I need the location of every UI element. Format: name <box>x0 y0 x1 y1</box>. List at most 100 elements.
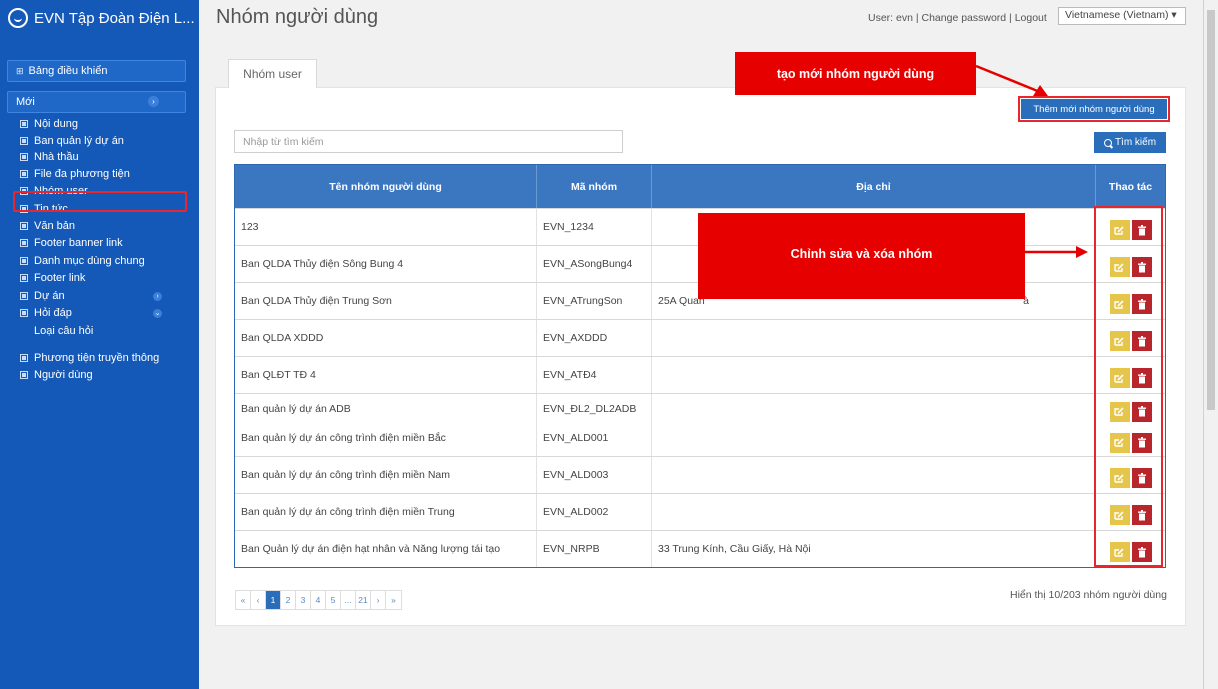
sidebar-item-9[interactable]: Footer link <box>20 270 85 286</box>
sidebar-item-11[interactable]: Hỏi đáp ⌄ <box>20 305 162 321</box>
sidebar-item-0[interactable]: Nội dung <box>20 116 78 132</box>
group-name: Ban QLDA Thủy điện Sông Bung 4 <box>241 258 404 270</box>
group-address <box>658 394 1089 423</box>
group-address <box>658 320 1089 356</box>
page-link[interactable]: ... <box>341 591 356 609</box>
group-name: 123 <box>241 221 259 233</box>
sidebar-item-label: Nhà thầu <box>34 151 79 163</box>
menu-item-icon <box>20 274 28 282</box>
sidebar-item-3[interactable]: File đa phương tiện <box>20 166 130 182</box>
sidebar: EVN Tập Đoàn Điện L... ⊞ Bảng điều khiển… <box>0 0 199 689</box>
sidebar-item-14[interactable]: Người dùng <box>20 367 93 383</box>
cell-code: EVN_ALD003 <box>537 457 652 493</box>
sidebar-item-label: Người dùng <box>34 369 93 381</box>
dashboard-icon: ⊞ <box>16 65 24 76</box>
menu-item-icon <box>20 371 28 379</box>
app-logo[interactable]: EVN Tập Đoàn Điện L... <box>8 6 195 30</box>
cell-code: EVN_NRPB <box>537 531 652 567</box>
menu-item-icon <box>20 257 28 265</box>
chevron-right-icon: › <box>153 292 162 301</box>
annotation-add-callout: tạo mới nhóm người dùng <box>735 52 976 95</box>
group-name: Ban quản lý dự án công trình điện miền T… <box>241 506 455 518</box>
new-menu-label: Mới <box>16 96 35 108</box>
group-address: 33 Trung Kính, Cầu Giấy, Hà Nội <box>658 543 811 555</box>
dashboard-label: Bảng điều khiển <box>28 65 108 77</box>
group-name: Ban Quản lý dự án điện hạt nhân và Năng … <box>241 543 501 555</box>
page-link[interactable]: « <box>236 591 251 609</box>
page-link[interactable]: » <box>386 591 401 609</box>
annotation-highlight-nhom-user <box>13 191 187 212</box>
annotation-edit-text: Chỉnh sửa và xóa nhóm <box>790 247 933 261</box>
sidebar-item-label: Nội dung <box>34 118 79 130</box>
table-row[interactable]: Ban QLĐT TĐ 4 EVN_ATĐ4 <box>235 356 1165 393</box>
page-info: Hiển thị 10/203 nhóm người dùng <box>1010 589 1167 601</box>
page-link[interactable]: 5 <box>326 591 341 609</box>
cell-name: Ban quản lý dự án công trình điện miền N… <box>235 457 537 493</box>
group-name: Ban quản lý dự án ADB <box>241 402 351 415</box>
table-row[interactable]: Ban quản lý dự án công trình điện miền T… <box>235 493 1165 530</box>
sidebar-item-10[interactable]: Dự án › <box>20 288 162 304</box>
menu-item-icon <box>20 137 28 145</box>
table-row[interactable]: Ban quản lý dự án ADB Ban quản lý dự án c… <box>235 393 1165 456</box>
table-header: Tên nhóm người dùng Mã nhóm Địa chỉ Thao… <box>235 165 1165 208</box>
annotation-highlight-add <box>1018 96 1170 122</box>
group-code: EVN_ALD001 <box>543 431 609 444</box>
group-code: EVN_ATrungSon <box>543 295 623 307</box>
table-row[interactable]: Ban quản lý dự án công trình điện miền N… <box>235 456 1165 493</box>
group-address <box>658 423 1089 452</box>
page-link[interactable]: ‹ <box>251 591 266 609</box>
language-value: Vietnamese (Vietnam) <box>1065 9 1169 21</box>
group-address <box>658 457 1089 493</box>
sidebar-item-1[interactable]: Ban quản lý dự án <box>20 133 124 149</box>
sidebar-item-label: File đa phương tiện <box>34 168 130 180</box>
search-input[interactable] <box>234 130 623 153</box>
cell-code: EVN_ATrungSon <box>537 283 652 319</box>
sidebar-item-label: Danh mục dùng chung <box>34 255 145 267</box>
header-address[interactable]: Địa chỉ <box>652 165 1096 208</box>
sidebar-item-2[interactable]: Nhà thầu <box>20 149 79 165</box>
tab-nhom-user[interactable]: Nhóm user <box>228 59 317 88</box>
new-menu-button[interactable]: Mới › <box>7 91 186 113</box>
group-code: EVN_ASongBung4 <box>543 258 633 270</box>
change-password-link[interactable]: Change password <box>922 12 1007 24</box>
menu-item-icon <box>20 222 28 230</box>
app-title: EVN Tập Đoàn Điện L... <box>34 9 195 27</box>
cell-name: Ban quản lý dự án ADB Ban quản lý dự án c… <box>235 394 537 456</box>
cell-code: EVN_1234 <box>537 209 652 245</box>
page-link[interactable]: 4 <box>311 591 326 609</box>
user-name: User: evn <box>868 12 913 24</box>
group-code: EVN_ĐL2_DL2ADB <box>543 402 637 415</box>
scrollbar-thumb[interactable] <box>1207 10 1215 410</box>
menu-item-icon <box>20 170 28 178</box>
cell-name: Ban QLDA Thủy điện Sông Bung 4 <box>235 246 537 282</box>
sidebar-item-12[interactable]: Loại câu hỏi <box>34 323 93 339</box>
page-link[interactable]: 1 <box>266 591 281 609</box>
cell-code: EVN_ALD002 <box>537 494 652 530</box>
dashboard-button[interactable]: ⊞ Bảng điều khiển <box>7 60 186 82</box>
sidebar-item-13[interactable]: Phương tiện truyền thông <box>20 350 159 366</box>
page-link[interactable]: 3 <box>296 591 311 609</box>
group-code: EVN_ATĐ4 <box>543 369 597 381</box>
sidebar-item-6[interactable]: Văn bản <box>20 218 75 234</box>
cell-address: 33 Trung Kính, Cầu Giấy, Hà Nội <box>652 531 1096 567</box>
sidebar-item-8[interactable]: Danh mục dùng chung <box>20 253 145 269</box>
search-button[interactable]: Tìm kiếm <box>1094 132 1166 153</box>
page-link[interactable]: 2 <box>281 591 296 609</box>
sidebar-item-label: Dự án <box>34 290 65 302</box>
sidebar-item-7[interactable]: Footer banner link <box>20 235 123 251</box>
group-name: Ban quản lý dự án công trình điện miền N… <box>241 469 450 481</box>
header-code[interactable]: Mã nhóm <box>537 165 652 208</box>
cell-code: EVN_AXDDD <box>537 320 652 356</box>
header-name[interactable]: Tên nhóm người dùng <box>235 165 537 208</box>
sidebar-item-label: Ban quản lý dự án <box>34 135 124 147</box>
cell-address <box>652 394 1096 456</box>
chevron-right-icon: › <box>148 96 159 107</box>
table-row[interactable]: Ban Quản lý dự án điện hạt nhân và Năng … <box>235 530 1165 567</box>
language-select[interactable]: Vietnamese (Vietnam) ▾ <box>1058 7 1186 25</box>
logout-link[interactable]: Logout <box>1015 12 1047 24</box>
page-link[interactable]: 21 <box>356 591 371 609</box>
scrollbar-track[interactable] <box>1203 0 1204 689</box>
page-link[interactable]: › <box>371 591 386 609</box>
cell-address <box>652 494 1096 530</box>
table-row[interactable]: Ban QLDA XDDD EVN_AXDDD <box>235 319 1165 356</box>
